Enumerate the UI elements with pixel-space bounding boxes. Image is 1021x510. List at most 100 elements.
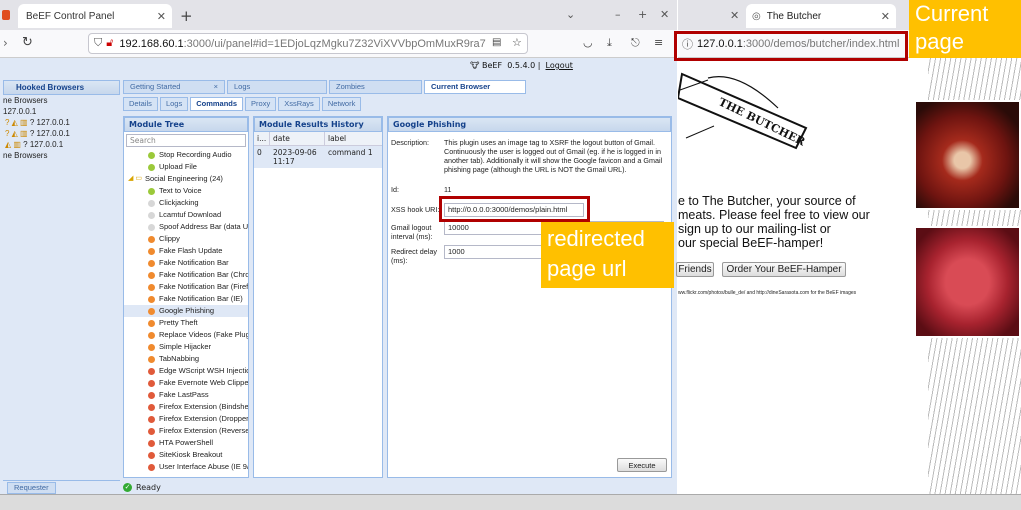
left-url-bar[interactable]: ⛉ 🔓︎ 192.168.60.1 :3000/ui/panel#id=1EDj…	[88, 33, 528, 54]
subtab-commands[interactable]: Commands	[190, 97, 244, 111]
reload-icon[interactable]: ↻	[22, 35, 33, 50]
redirected-callout: redirected page url	[541, 222, 674, 288]
tree-item[interactable]: Fake Notification Bar (Chron	[124, 269, 248, 281]
subtab-logs[interactable]: Logs	[159, 97, 189, 111]
tab-list-chevron-icon[interactable]: ⌄	[566, 8, 575, 21]
subtab-proxy[interactable]: Proxy	[245, 97, 277, 111]
tree-item[interactable]: HTA PowerShell	[124, 437, 248, 449]
tree-item[interactable]: TabNabbing	[124, 353, 248, 365]
online-browsers-label[interactable]: ne Browsers	[3, 95, 120, 106]
minimize-button[interactable]: –	[615, 8, 621, 21]
hooked-browser-3[interactable]: ◭ ▥ ? 127.0.0.1	[3, 139, 120, 150]
download-icon[interactable]: ⤓	[607, 36, 612, 50]
hooked-browser-1[interactable]: ? ◭ ▥ ? 127.0.0.1	[3, 117, 120, 128]
bookmark-star-icon[interactable]: ☆	[512, 36, 522, 49]
tree-item[interactable]: Fake Notification Bar (Firefo	[124, 281, 248, 293]
subtab-network[interactable]: Network	[321, 97, 362, 111]
menu-icon[interactable]: ≡	[654, 36, 663, 49]
order-hamper-button[interactable]: Order Your BeEF-Hamper	[722, 262, 846, 277]
module-status-icon	[148, 439, 155, 447]
tree-item[interactable]: Spoof Address Bar (data UR	[124, 221, 248, 233]
tab-beef-control-panel[interactable]: BeEF Control Panel ✕	[18, 4, 172, 28]
tree-item[interactable]: Fake Flash Update	[124, 245, 248, 257]
module-status-icon	[148, 223, 155, 231]
tab-zombies[interactable]: Zombies	[329, 80, 422, 94]
tree-item-label: Spoof Address Bar (data UR	[159, 222, 248, 231]
browser-icon: ? ◭ ▥	[5, 129, 30, 138]
tree-item[interactable]: Upload File	[124, 161, 248, 173]
extensions-icon[interactable]: ⎋	[631, 36, 640, 50]
tree-item-label: Firefox Extension (Reverse S	[159, 426, 248, 435]
new-tab-button[interactable]: +	[180, 7, 193, 25]
id-label: Id:	[391, 185, 399, 194]
tree-item[interactable]: Replace Videos (Fake Plugi	[124, 329, 248, 341]
history-row[interactable]: 0 2023-09-06 11:17 command 1	[254, 146, 382, 168]
subtab-details[interactable]: Details	[123, 97, 158, 111]
tree-item[interactable]: Simple Hijacker	[124, 341, 248, 353]
logout-link[interactable]: Logout	[546, 61, 573, 70]
offline-browsers-label[interactable]: ne Browsers	[3, 150, 120, 161]
tree-item[interactable]: Firefox Extension (Reverse S	[124, 425, 248, 437]
tree-item[interactable]: Fake Notification Bar (IE)	[124, 293, 248, 305]
tree-item[interactable]: Clickjacking	[124, 197, 248, 209]
col-id[interactable]: i...	[254, 132, 270, 145]
module-status-icon	[148, 451, 155, 459]
requester-tab[interactable]: Requester	[7, 482, 56, 494]
module-status-icon	[148, 295, 155, 303]
module-status-icon	[148, 331, 155, 339]
module-tree-header: Module Tree	[124, 117, 248, 132]
reader-view-icon[interactable]: ▤	[492, 37, 501, 48]
tree-item[interactable]: Firefox Extension (Dropper)	[124, 413, 248, 425]
close-tab-icon[interactable]: ✕	[157, 10, 166, 23]
close-prev-tab-icon[interactable]: ✕	[730, 9, 739, 22]
tree-item-label: Fake Notification Bar (Chron	[159, 270, 248, 279]
tree-item[interactable]: Clippy	[124, 233, 248, 245]
module-status-icon	[148, 187, 155, 195]
module-status-icon	[148, 403, 155, 411]
tree-item[interactable]: Edge WScript WSH Injection	[124, 365, 248, 377]
tree-item[interactable]: Text to Voice	[124, 185, 248, 197]
col-date[interactable]: date	[270, 132, 325, 145]
tree-item[interactable]: Fake Evernote Web Clipper	[124, 377, 248, 389]
status-text: Ready	[136, 482, 161, 492]
forward-icon[interactable]: ›	[3, 36, 8, 50]
tab-getting-started[interactable]: Getting Started ×	[123, 80, 225, 94]
pocket-icon[interactable]: ◡	[583, 36, 593, 49]
history-header: Module Results History	[254, 117, 382, 132]
tab-logs[interactable]: Logs	[227, 80, 327, 94]
col-label[interactable]: label	[325, 132, 382, 145]
current-page-highlight	[674, 31, 908, 61]
subtab-xssrays[interactable]: XssRays	[278, 97, 320, 111]
module-status-icon	[148, 355, 155, 363]
tab-current-browser[interactable]: Current Browser	[424, 80, 526, 94]
steak-image-1	[914, 100, 1021, 210]
xss-hook-label: XSS hook URI:	[391, 205, 440, 214]
module-status-icon	[148, 391, 155, 399]
tree-item[interactable]: Fake Notification Bar	[124, 257, 248, 269]
tree-item[interactable]: Lcamtuf Download	[124, 209, 248, 221]
tree-item[interactable]: Fake LastPass	[124, 389, 248, 401]
hooked-browser-2[interactable]: ? ◭ ▥ ? 127.0.0.1	[3, 128, 120, 139]
tree-item[interactable]: Google Phishing	[124, 305, 248, 317]
left-tab-bar: BeEF Control Panel ✕ + ⌄ – + ✕	[0, 0, 677, 30]
tab-the-butcher[interactable]: ◎ The Butcher ✕	[746, 4, 896, 28]
module-status-icon	[148, 367, 155, 375]
close-window-button[interactable]: ✕	[660, 8, 669, 21]
tree-item-label: Clickjacking	[159, 198, 199, 207]
tree-item[interactable]: SiteKiosk Breakout	[124, 449, 248, 461]
tree-item[interactable]: User Interface Abuse (IE 9/1	[124, 461, 248, 473]
close-tab-icon[interactable]: ✕	[881, 10, 890, 23]
tree-item[interactable]: Pretty Theft	[124, 317, 248, 329]
tree-item[interactable]: Stop Recording Audio	[124, 149, 248, 161]
butcher-logo: THE BUTCHER	[678, 72, 808, 150]
execute-button[interactable]: Execute	[617, 458, 667, 472]
ip-group[interactable]: 127.0.0.1	[3, 106, 120, 117]
tree-item-label: SiteKiosk Breakout	[159, 450, 223, 459]
maximize-button[interactable]: +	[638, 8, 647, 21]
module-search-input[interactable]: Search	[126, 134, 246, 147]
tell-friends-button[interactable]: Friends	[676, 262, 714, 277]
tree-item[interactable]: ◢ ▭ Social Engineering (24)	[124, 173, 248, 185]
brand-name: BeEF	[482, 61, 503, 70]
folder-icon: ◢ ▭	[128, 175, 142, 182]
tree-item[interactable]: Firefox Extension (Bindshell	[124, 401, 248, 413]
